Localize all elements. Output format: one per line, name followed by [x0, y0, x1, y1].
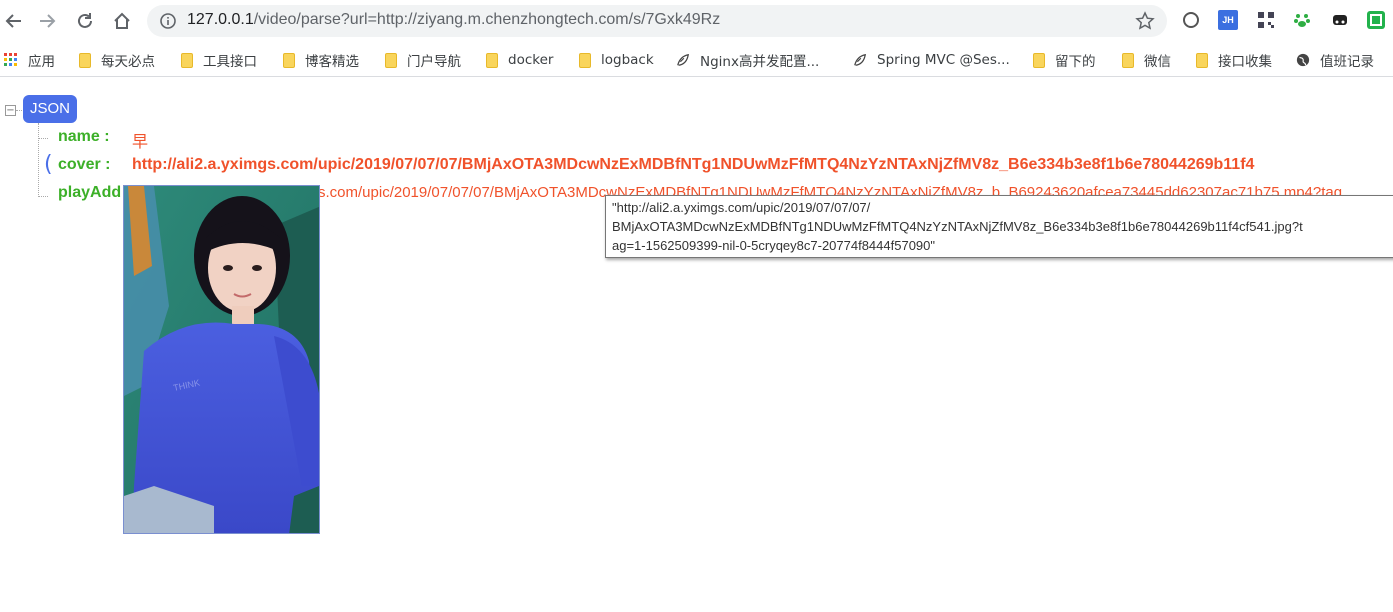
bookmark-folder[interactable]: 每天必点 [79, 50, 155, 70]
bookmark-label: 工具接口 [203, 54, 257, 70]
bookmark-label: 门户导航 [407, 54, 461, 70]
tree-connector [38, 123, 39, 197]
bookmark-folder[interactable]: 门户导航 [385, 50, 461, 70]
bookmark-star-icon[interactable] [1135, 11, 1155, 31]
cover-image-preview: THINK [123, 185, 320, 534]
tree-connector [38, 138, 48, 139]
json-key-name: name : [58, 128, 110, 145]
url-tooltip: "http://ali2.a.yximgs.com/upic/2019/07/0… [605, 195, 1393, 258]
globe-icon [1296, 53, 1310, 67]
bookmark-label: 每天必点 [101, 54, 155, 70]
folder-icon [79, 52, 91, 68]
bookmark-link[interactable]: Nginx高并发配置... [676, 50, 819, 70]
extension-jh-icon[interactable]: JH [1218, 10, 1238, 30]
bookmark-label: 值班记录 [1320, 54, 1374, 70]
tree-connector [38, 196, 48, 197]
bookmark-label: 博客精选 [305, 54, 359, 70]
reload-icon [78, 13, 92, 28]
back-arrow-icon [5, 14, 21, 28]
brace-marker: ( [44, 152, 53, 177]
address-bar[interactable]: 127.0.0.1/video/parse?url=http://ziyang.… [147, 5, 1167, 37]
reload-button[interactable] [71, 7, 99, 35]
extension-green-square-icon[interactable] [1366, 10, 1386, 30]
home-button[interactable] [108, 7, 136, 35]
json-value-name: 早 [132, 134, 149, 151]
leaf-icon [677, 53, 690, 66]
folder-icon [486, 52, 498, 68]
json-key-playaddr: playAdd [58, 184, 122, 201]
folder-icon [385, 52, 397, 68]
url-host: 127.0.0.1 [187, 11, 254, 28]
folder-icon [1033, 52, 1045, 68]
bookmark-folder[interactable]: 微信 [1122, 50, 1171, 70]
bookmark-label: Nginx高并发配置... [700, 54, 820, 70]
folder-icon [181, 52, 193, 68]
bookmark-label: 应用 [28, 54, 55, 70]
home-icon [114, 12, 130, 29]
json-key-cover: cover : [58, 156, 111, 173]
collapse-toggle[interactable]: − [5, 105, 16, 116]
forward-button[interactable] [33, 7, 61, 35]
bookmark-label: 接口收集 [1218, 54, 1272, 70]
json-root-badge[interactable]: JSON [23, 95, 78, 123]
url-path: /video/parse?url=http://ziyang.m.chenzho… [253, 11, 721, 28]
forward-arrow-icon [40, 14, 56, 28]
bookmark-link[interactable]: Spring MVC @Ses... [853, 50, 1010, 70]
extension-octocat-icon[interactable] [1181, 10, 1201, 30]
folder-icon [283, 52, 295, 68]
extension-paw-icon[interactable] [1292, 10, 1312, 30]
bookmark-folder[interactable]: logback [579, 50, 654, 70]
apps-grid-icon [4, 53, 17, 66]
browser-toolbar: 127.0.0.1/video/parse?url=http://ziyang.… [0, 0, 1393, 42]
bookmark-folder[interactable]: 博客精选 [283, 50, 359, 70]
json-value-cover-link[interactable]: http://ali2.a.yximgs.com/upic/2019/07/07… [132, 156, 1254, 174]
bookmark-label: docker [508, 52, 554, 68]
bookmark-folder[interactable]: 工具接口 [181, 50, 257, 70]
bookmark-apps[interactable]: 应用 [4, 50, 55, 70]
info-icon[interactable] [159, 12, 177, 30]
bookmark-label: 微信 [1144, 54, 1171, 70]
extension-qrcode-icon[interactable] [1256, 10, 1276, 30]
tooltip-line: ag=1-1562509399-nil-0-5cryqey8c7-20774f8… [612, 238, 936, 253]
tooltip-line: BMjAxOTA3MDcwNzExMDBfNTg1NDUwMzFfMTQ4NzY… [612, 219, 1303, 234]
bookmark-label: logback [601, 52, 654, 68]
bookmark-folder[interactable]: 留下的 [1033, 50, 1096, 70]
tooltip-line: "http://ali2.a.yximgs.com/upic/2019/07/0… [612, 200, 871, 215]
cover-photo: THINK [124, 186, 319, 533]
back-button[interactable] [0, 7, 28, 35]
leaf-icon [854, 53, 867, 66]
bookmark-link[interactable]: 值班记录 [1296, 50, 1374, 70]
bookmark-label: 留下的 [1055, 54, 1096, 70]
folder-icon [579, 52, 591, 68]
bookmark-label: Spring MVC @Ses... [877, 52, 1010, 68]
bookmark-folder[interactable]: docker [486, 50, 553, 70]
bookmarks-bar: 应用 每天必点 工具接口 博客精选 门户导航 docker logback Ng… [0, 42, 1393, 77]
folder-icon [1122, 52, 1134, 68]
bookmark-folder[interactable]: 接口收集 [1196, 50, 1272, 70]
url-text[interactable]: 127.0.0.1/video/parse?url=http://ziyang.… [187, 11, 720, 29]
folder-icon [1196, 52, 1208, 68]
extension-car-icon[interactable] [1330, 10, 1350, 30]
